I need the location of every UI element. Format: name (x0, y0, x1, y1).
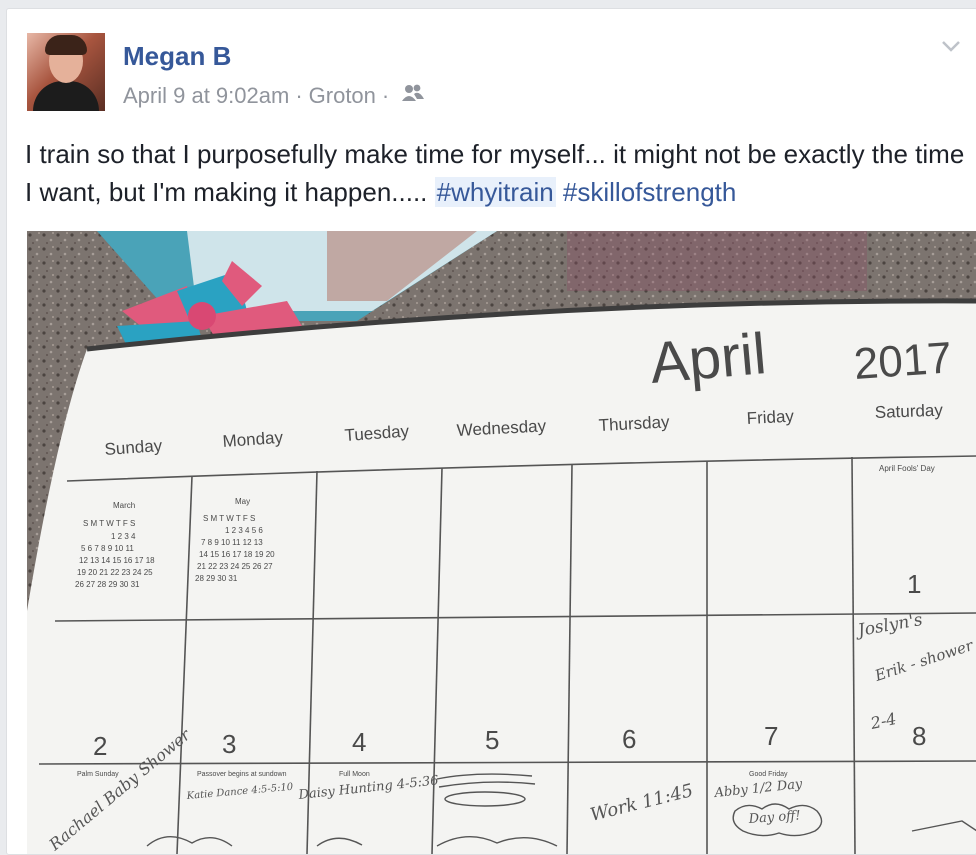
event-full-moon: Full Moon (339, 771, 370, 778)
post-card: Megan B April 9 at 9:02am · Groton · I t… (6, 8, 976, 855)
day-number: 5 (485, 725, 499, 755)
friends-icon[interactable] (401, 83, 425, 109)
mini-may-row: 28 29 30 31 (195, 574, 238, 583)
day-number: 2 (93, 731, 107, 761)
weekday-thursday: Thursday (598, 412, 670, 435)
day-number-1: 1 (907, 569, 921, 599)
weekday-saturday: Saturday (874, 401, 943, 422)
chevron-down-icon[interactable] (941, 39, 961, 53)
mini-may-row: 1 2 3 4 5 6 (225, 526, 263, 535)
calendar-year: 2017 (852, 333, 953, 389)
event-good-friday: Good Friday (749, 771, 788, 778)
weekday-sunday: Sunday (104, 436, 163, 459)
day-number: 4 (352, 727, 366, 757)
author-name[interactable]: Megan B (123, 41, 231, 72)
post-meta: April 9 at 9:02am · Groton · (123, 83, 425, 109)
day-number: 6 (622, 724, 636, 754)
mini-march-row: 1 2 3 4 (111, 532, 136, 541)
mini-may-row: 7 8 9 10 11 12 13 (201, 538, 263, 547)
event-passover: Passover begins at sundown (197, 771, 287, 778)
mini-may-days: S M T W T F S (203, 514, 255, 523)
post-photo[interactable]: April 2017 Sunday Monday Tuesday Wednesd… (27, 231, 976, 854)
mini-may-row: 21 22 23 24 25 26 27 (197, 562, 273, 571)
post-date[interactable]: April 9 at 9:02am (123, 83, 289, 109)
post-location[interactable]: Groton (309, 83, 376, 109)
mini-march-row: 19 20 21 22 23 24 25 (77, 568, 153, 577)
mini-may-title: May (235, 497, 250, 506)
mini-march-row: 5 6 7 8 9 10 11 (81, 544, 134, 553)
event-palm-sunday: Palm Sunday (77, 771, 119, 778)
mini-march-row: 26 27 28 29 30 31 (75, 580, 140, 589)
day-number: 7 (764, 721, 778, 751)
meta-separator: · (381, 83, 390, 108)
mini-may-row: 14 15 16 17 18 19 20 (199, 550, 275, 559)
day-number: 8 (912, 721, 926, 751)
post-text: I train so that I purposefully make time… (25, 135, 965, 211)
holiday-april-fools: April Fools' Day (879, 464, 935, 473)
day-number: 3 (222, 729, 236, 759)
mini-march-days: S M T W T F S (83, 519, 135, 528)
calendar-month: April (647, 321, 768, 396)
mini-march-title: March (113, 501, 135, 510)
meta-separator: · (295, 83, 303, 108)
mini-march-row: 12 13 14 15 16 17 18 (79, 556, 155, 565)
hashtag-whyitrain[interactable]: #whyitrain (434, 177, 556, 207)
calendar-photo: April 2017 Sunday Monday Tuesday Wednesd… (27, 231, 976, 854)
weekday-friday: Friday (746, 407, 795, 428)
avatar[interactable] (27, 33, 105, 111)
hashtag-skillofstrength[interactable]: #skillofstrength (563, 177, 736, 207)
